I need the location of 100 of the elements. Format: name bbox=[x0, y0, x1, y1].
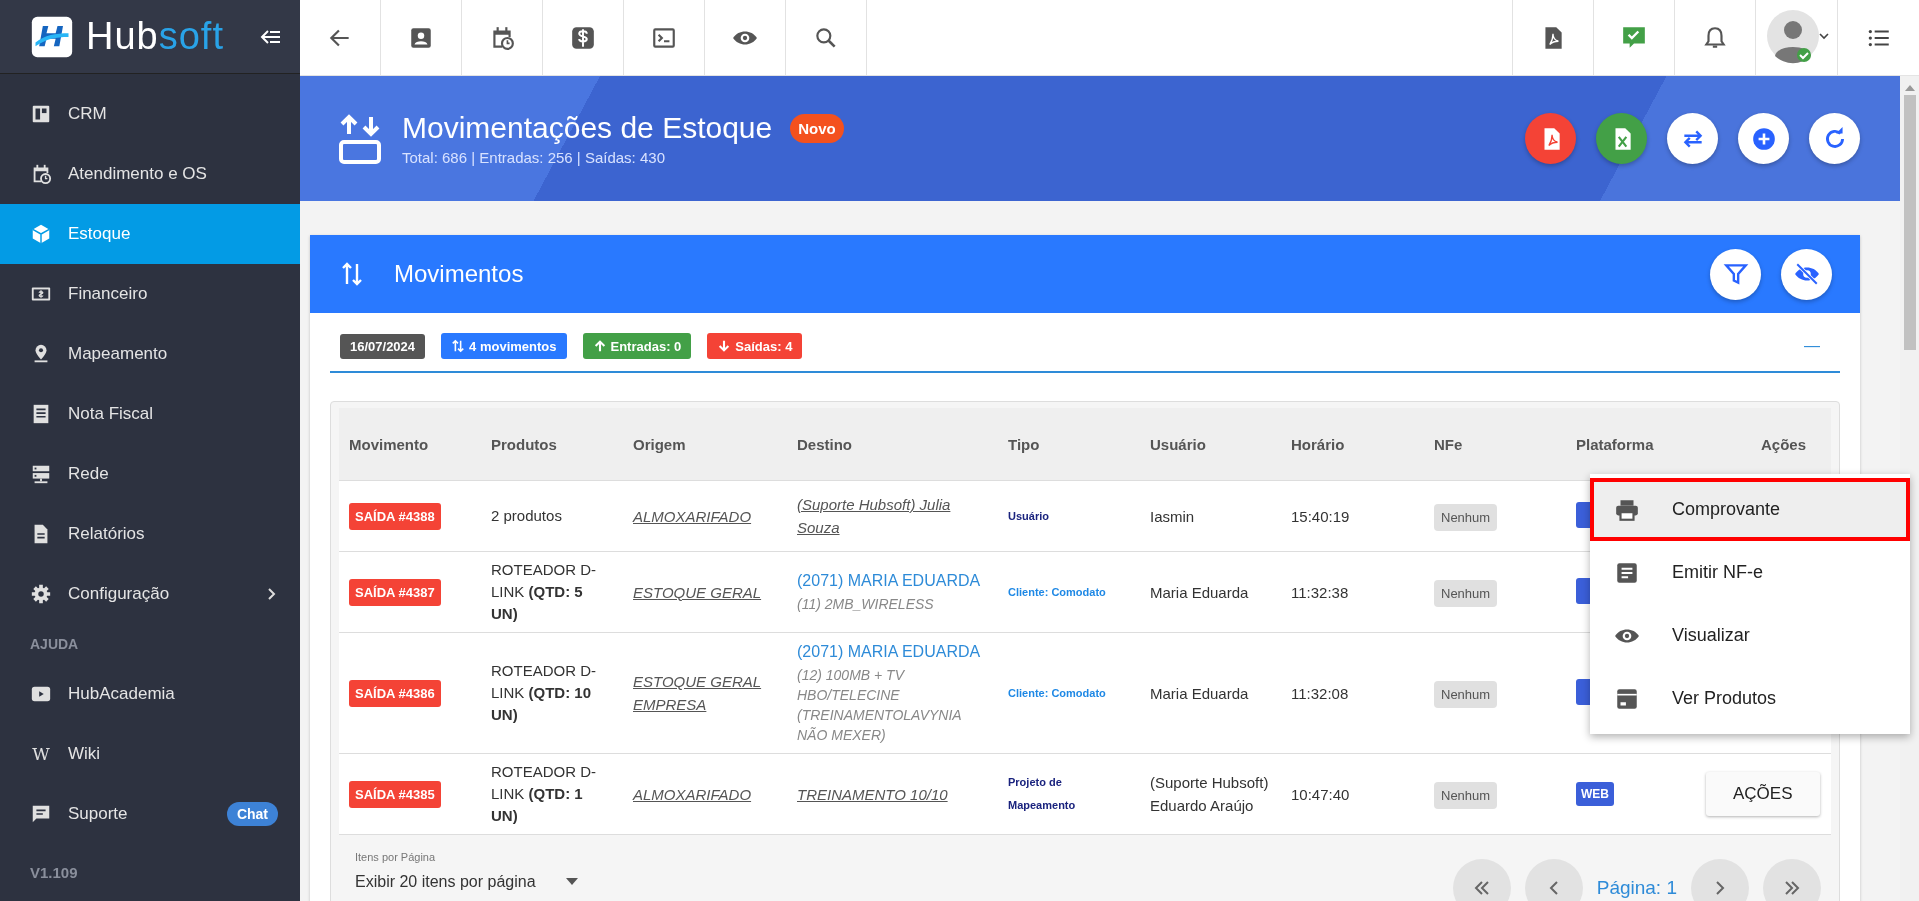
sort-arrows-icon bbox=[451, 338, 466, 354]
products-text: ROTEADOR D-LINK (QTD: 10 UN) bbox=[491, 661, 597, 725]
first-page-button[interactable] bbox=[1452, 859, 1511, 901]
sidebar-item[interactable]: HubAcademia bbox=[0, 664, 300, 724]
sidebar-item[interactable]: W Wiki bbox=[0, 724, 300, 784]
sidebar-item[interactable]: Nota Fiscal bbox=[0, 384, 300, 444]
sidebar-item[interactable]: Rede bbox=[0, 444, 300, 504]
time-text: 11:32:38 bbox=[1291, 582, 1349, 603]
column-header: Plataforma bbox=[1566, 408, 1736, 481]
menu-item[interactable]: Ver Produtos bbox=[1590, 667, 1910, 730]
logo-text: Hubsoft bbox=[86, 15, 225, 58]
destination-link[interactable]: (Suporte Hubsoft) Julia Souza bbox=[797, 493, 988, 539]
filter-icon bbox=[1722, 261, 1749, 287]
type-text: Projeto de Mapeamento bbox=[1008, 775, 1077, 813]
movement-tag[interactable]: SAÍDA #4385 bbox=[349, 780, 441, 808]
summary-chip: Saídas: 4 bbox=[707, 333, 803, 359]
client-link[interactable]: (2071) MARIA EDUARDA bbox=[797, 641, 988, 663]
chat-badge: Chat bbox=[226, 802, 278, 826]
column-header: Origem bbox=[623, 408, 787, 481]
page-indicator: Página: 1 bbox=[1596, 877, 1677, 899]
field-label: Itens por Página bbox=[355, 851, 437, 863]
swap-arrows-button[interactable] bbox=[1667, 113, 1718, 164]
nfe-tag: Nenhum bbox=[1434, 579, 1498, 607]
products-text: ROTEADOR D-LINK (QTD: 5 UN) bbox=[491, 560, 597, 624]
products-text: 2 produtos bbox=[491, 506, 562, 526]
filter-button[interactable] bbox=[1710, 248, 1761, 300]
user-text: Iasmin bbox=[1150, 506, 1195, 527]
column-header: Horário bbox=[1281, 408, 1424, 481]
sort-arrows-icon bbox=[340, 260, 364, 288]
client-link[interactable]: (2071) MARIA EDUARDA bbox=[797, 570, 988, 592]
dollar-icon[interactable] bbox=[570, 24, 596, 51]
column-header: Usuário bbox=[1140, 408, 1281, 481]
user-text: Maria Eduarda bbox=[1150, 683, 1249, 704]
summary-chip: 4 movimentos bbox=[441, 333, 567, 359]
sidebar-item[interactable]: Atendimento e OS bbox=[0, 144, 300, 204]
bell-icon[interactable] bbox=[1702, 24, 1728, 51]
eye-off-icon bbox=[1793, 261, 1820, 287]
collapse-button[interactable]: — bbox=[1804, 337, 1820, 355]
gear-icon bbox=[30, 583, 52, 605]
new-badge: Novo bbox=[790, 113, 844, 143]
movement-tag[interactable]: SAÍDA #4386 bbox=[349, 679, 441, 707]
refresh-button[interactable] bbox=[1809, 113, 1860, 164]
add-icon bbox=[1750, 125, 1777, 152]
caret-down-icon bbox=[565, 878, 578, 886]
column-header: Movimento bbox=[339, 408, 481, 481]
platform-tag: WEB bbox=[1576, 782, 1614, 806]
type-text: Usuário bbox=[1008, 508, 1049, 524]
card-title: Movimentos bbox=[394, 260, 524, 288]
wiki-icon: W bbox=[30, 744, 52, 764]
spreadsheet-button[interactable] bbox=[1596, 113, 1647, 164]
board-icon bbox=[30, 103, 52, 125]
arrow-down-icon bbox=[717, 338, 732, 354]
sidebar-item[interactable]: Configuração bbox=[0, 564, 300, 624]
summary-chip: 16/07/2024 bbox=[340, 333, 426, 359]
cube-icon bbox=[30, 223, 52, 245]
type-text: Cliente: Comodato bbox=[1008, 584, 1106, 600]
user-text: (Suporte Hubsoft) Eduardo Araújo bbox=[1150, 773, 1270, 816]
sidebar-item[interactable]: Suporte Chat bbox=[0, 784, 300, 844]
menu-item[interactable]: Emitir NF-e bbox=[1590, 541, 1910, 604]
destination-link[interactable]: TREINAMENTO 10/10 bbox=[797, 782, 948, 806]
column-header: Tipo bbox=[998, 408, 1140, 481]
sidebar-item[interactable]: Relatórios bbox=[0, 504, 300, 564]
add-button[interactable] bbox=[1738, 113, 1789, 164]
logo-icon bbox=[30, 14, 74, 59]
nfe-tag: Nenhum bbox=[1434, 781, 1498, 809]
user-text: Maria Eduarda bbox=[1150, 582, 1249, 603]
plan-text: (12) 100MB + TV HBO/TELECINE (TREINAMENTOLAVYNIA NÃO MEXER) bbox=[797, 666, 963, 745]
origin-link[interactable]: ALMOXARIFADO bbox=[633, 504, 752, 528]
actions-button[interactable]: AÇÕES bbox=[1706, 772, 1820, 816]
summary-chip: Entradas: 0 bbox=[582, 333, 692, 359]
pdf-file-button[interactable] bbox=[1525, 113, 1576, 164]
sidebar-item[interactable]: Mapeamento bbox=[0, 324, 300, 384]
page-summary: Total: 686 | Entradas: 256 | Saídas: 430 bbox=[402, 149, 666, 166]
movement-tag[interactable]: SAÍDA #4388 bbox=[349, 502, 441, 530]
type-text: Cliente: Comodato bbox=[1008, 685, 1106, 701]
origin-link[interactable]: ESTOQUE GERAL EMPRESA bbox=[633, 670, 777, 716]
origin-link[interactable]: ALMOXARIFADO bbox=[633, 782, 752, 806]
menu-item[interactable]: Visualizar bbox=[1590, 604, 1910, 667]
per-page-select[interactable]: Exibir 20 itens por página bbox=[355, 873, 578, 891]
nfe-tag: Nenhum bbox=[1434, 680, 1498, 708]
time-text: 10:47:40 bbox=[1291, 784, 1350, 805]
sidebar-item[interactable]: Financeiro bbox=[0, 264, 300, 324]
time-text: 15:40:19 bbox=[1291, 506, 1350, 527]
menu-item[interactable]: Comprovante bbox=[1590, 478, 1910, 541]
last-page-button[interactable] bbox=[1763, 859, 1821, 901]
time-text: 11:32:08 bbox=[1291, 683, 1349, 704]
user-avatar-icon[interactable] bbox=[1764, 9, 1829, 66]
column-header: Destino bbox=[787, 408, 998, 481]
movement-tag[interactable]: SAÍDA #4387 bbox=[349, 578, 441, 606]
column-header: Produtos bbox=[481, 408, 623, 481]
sidebar-item[interactable]: CRM bbox=[0, 84, 300, 144]
products-text: ROTEADOR D-LINK (QTD: 1 UN) bbox=[491, 762, 597, 826]
arrow-up-icon bbox=[592, 338, 607, 354]
eye-off-button[interactable] bbox=[1781, 248, 1832, 300]
nfe-tag: Nenhum bbox=[1434, 503, 1498, 531]
origin-link[interactable]: ESTOQUE GERAL bbox=[633, 580, 762, 604]
collapse-menu-icon[interactable] bbox=[260, 28, 282, 45]
section-heading: AJUDA bbox=[29, 635, 80, 654]
transfer-box-icon bbox=[338, 113, 382, 164]
server-icon bbox=[30, 463, 52, 485]
